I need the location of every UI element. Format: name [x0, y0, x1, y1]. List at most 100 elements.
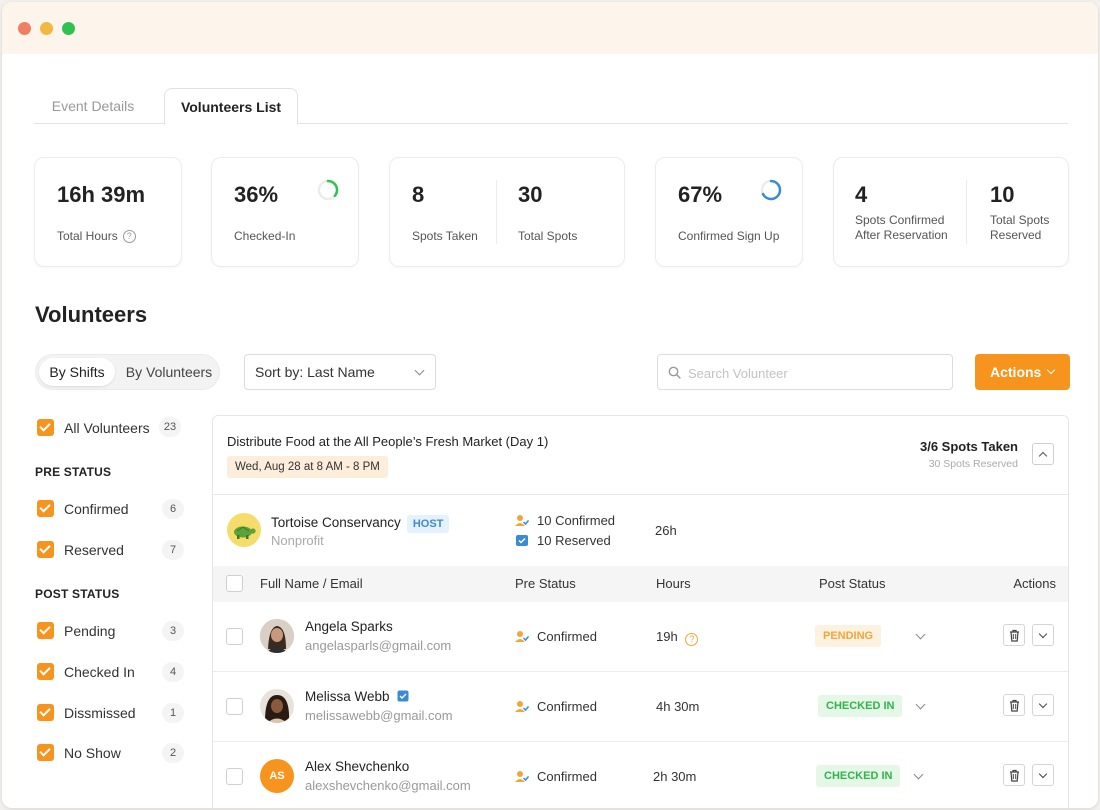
shift-date-badge: Wed, Aug 28 at 8 AM - 8 PM — [227, 456, 388, 478]
confirmed-filter-label: Confirmed — [64, 501, 129, 517]
chevron-down-icon[interactable] — [915, 699, 926, 710]
dismissed-filter-checkbox[interactable] — [37, 704, 54, 721]
post-status-badge: CHECKED IN — [816, 765, 901, 787]
checked-in-value: 36% — [234, 182, 279, 207]
expand-row-button[interactable] — [1032, 764, 1054, 786]
hours-value: 19h ? — [656, 629, 699, 646]
actions-button[interactable]: Actions — [975, 354, 1070, 390]
row-checkbox[interactable] — [226, 628, 243, 645]
spots-confirmed-label: Spots Confirmed After Reservation — [855, 213, 948, 243]
volunteer-name: Alex Shevchenko — [305, 759, 410, 774]
chevron-up-icon — [1038, 451, 1048, 461]
reserved-filter-checkbox[interactable] — [37, 541, 54, 558]
checked-in-label: Checked-In — [234, 229, 296, 243]
avatar — [260, 619, 294, 653]
warning-help-icon[interactable]: ? — [685, 633, 699, 646]
shift-panel: Distribute Food at the All People’s Fres… — [212, 415, 1069, 808]
trash-icon — [1010, 699, 1019, 712]
pending-filter-count: 3 — [162, 621, 184, 641]
chevron-down-icon[interactable] — [913, 769, 924, 780]
confirmed-signup-label: Confirmed Sign Up — [678, 229, 780, 243]
app-window: Event Details Volunteers List 16h 39m To… — [2, 2, 1098, 808]
confirmed-filter-checkbox[interactable] — [37, 500, 54, 517]
minimize-window-button[interactable] — [40, 22, 53, 35]
title-bar — [2, 2, 1098, 54]
shift-title: Distribute Food at the All People’s Fres… — [227, 434, 549, 449]
tortoise-icon — [234, 526, 256, 539]
delete-button[interactable] — [1003, 764, 1025, 786]
volunteer-email: alexshevchenko@gmail.com — [305, 778, 471, 793]
person-photo-icon — [260, 689, 294, 723]
collapse-button[interactable] — [1032, 443, 1054, 465]
confirmed-signup-card: 67% Confirmed Sign Up — [655, 157, 803, 267]
header-pre-status: Pre Status — [515, 576, 576, 591]
total-spots-label: Total Spots — [518, 229, 578, 243]
sort-dropdown[interactable]: Sort by: Last Name — [244, 354, 436, 390]
divider — [966, 180, 967, 244]
host-name-text: Tortoise Conservancy — [271, 515, 401, 530]
search-input[interactable] — [688, 363, 938, 383]
host-reserved-count: 10 Reserved — [537, 533, 611, 548]
row-checkbox[interactable] — [226, 768, 243, 785]
delete-button[interactable] — [1003, 624, 1025, 646]
spots-taken-value: 8 — [412, 182, 425, 207]
hours-value: 2h 30m — [653, 769, 697, 784]
host-hours: 26h — [655, 523, 677, 538]
reservation-card: 4 Spots Confirmed After Reservation 10 T… — [833, 157, 1069, 267]
pre-status: Confirmed — [537, 699, 597, 714]
search-box — [657, 354, 953, 390]
trash-icon — [1010, 629, 1019, 642]
chevron-down-icon — [1038, 769, 1048, 779]
spots-card: 8 Spots Taken 30 Total Spots — [389, 157, 625, 267]
select-all-checkbox[interactable] — [226, 575, 243, 592]
spots-reserved-summary: 30 Spots Reserved — [928, 458, 1018, 470]
tab-event-details[interactable]: Event Details — [34, 88, 152, 125]
confirmed-filter-count: 6 — [162, 499, 184, 519]
pending-filter-checkbox[interactable] — [37, 622, 54, 639]
expand-row-button[interactable] — [1032, 694, 1054, 716]
help-icon[interactable]: ? — [122, 230, 136, 244]
delete-button[interactable] — [1003, 694, 1025, 716]
header-hours: Hours — [656, 576, 691, 591]
reserved-filter-count: 7 — [162, 540, 184, 560]
post-status-badge: CHECKED IN — [818, 695, 903, 717]
divider — [496, 180, 497, 244]
maximize-window-button[interactable] — [62, 22, 75, 35]
view-toggle: By Shifts By Volunteers — [35, 354, 220, 390]
table-row: Melissa Webb melissawebb@gmail.com Confi… — [213, 672, 1068, 742]
checked-in-filter-label: Checked In — [64, 664, 135, 680]
close-window-button[interactable] — [18, 22, 31, 35]
pre-status-heading: PRE STATUS — [35, 465, 112, 479]
all-volunteers-checkbox[interactable] — [37, 419, 54, 436]
hours-value: 4h 30m — [656, 699, 700, 714]
tab-volunteers-list[interactable]: Volunteers List — [164, 88, 298, 125]
expand-row-button[interactable] — [1032, 624, 1054, 646]
total-hours-label: Total Hours? — [57, 229, 136, 244]
total-hours-card: 16h 39m Total Hours? — [34, 157, 182, 267]
by-shifts-toggle[interactable]: By Shifts — [39, 358, 115, 386]
tab-bar: Event Details Volunteers List — [34, 88, 1068, 125]
post-status-heading: POST STATUS — [35, 587, 120, 601]
no-show-filter-checkbox[interactable] — [37, 744, 54, 761]
by-volunteers-toggle[interactable]: By Volunteers — [122, 358, 216, 386]
host-logo — [227, 513, 261, 547]
no-show-filter-count: 2 — [162, 743, 184, 763]
avatar — [260, 689, 294, 723]
search-icon — [668, 366, 681, 379]
spots-taken-summary: 3/6 Spots Taken — [919, 439, 1018, 454]
verified-icon — [397, 690, 409, 702]
volunteer-email: melissawebb@gmail.com — [305, 708, 453, 723]
checked-in-filter-count: 4 — [162, 662, 184, 682]
hours-text: 19h — [656, 629, 678, 644]
host-name: Tortoise Conservancy HOST — [271, 515, 450, 533]
chevron-down-icon — [1046, 365, 1056, 375]
chevron-down-icon[interactable] — [915, 629, 926, 640]
total-reserved-label-line2: Reserved — [990, 228, 1042, 242]
avatar: AS — [260, 759, 294, 793]
checked-in-filter-checkbox[interactable] — [37, 663, 54, 680]
table-header: Full Name / Email Pre Status Hours Post … — [213, 566, 1068, 602]
total-hours-label-text: Total Hours — [57, 229, 118, 243]
header-actions: Actions — [1013, 576, 1056, 591]
row-checkbox[interactable] — [226, 698, 243, 715]
post-status-badge: PENDING — [815, 625, 882, 647]
